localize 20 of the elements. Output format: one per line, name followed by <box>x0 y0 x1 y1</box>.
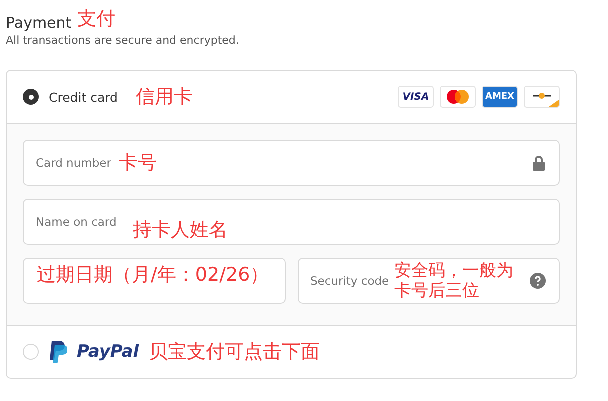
mastercard-logo <box>440 86 476 108</box>
annotation: 信用卡 <box>136 85 193 110</box>
paypal-logo: PayPal <box>77 342 140 362</box>
help-icon[interactable] <box>530 273 546 289</box>
text-field[interactable] <box>23 258 286 304</box>
amex-logo: AMEX <box>482 86 518 108</box>
annotation: 安全码，一般为卡号后三位 <box>394 261 514 301</box>
lock-icon <box>532 155 546 171</box>
paypal-icon <box>49 341 67 363</box>
card-brand-logo <box>524 86 560 108</box>
annotation: 贝宝支付可点击下面 <box>149 340 320 365</box>
radio-button[interactable] <box>23 89 39 105</box>
subtitle: All transactions are secure and encrypted. <box>6 34 240 49</box>
annotation: 持卡人姓名 <box>133 219 228 241</box>
option-label: Credit card <box>49 90 118 104</box>
section-title: Payment <box>6 14 72 32</box>
annotation: 过期日期（月/年：02/26） <box>37 264 270 286</box>
annotation: 卡号 <box>119 152 157 174</box>
annotation: 支付 <box>78 7 116 32</box>
visa-logo: VISA <box>398 86 434 108</box>
